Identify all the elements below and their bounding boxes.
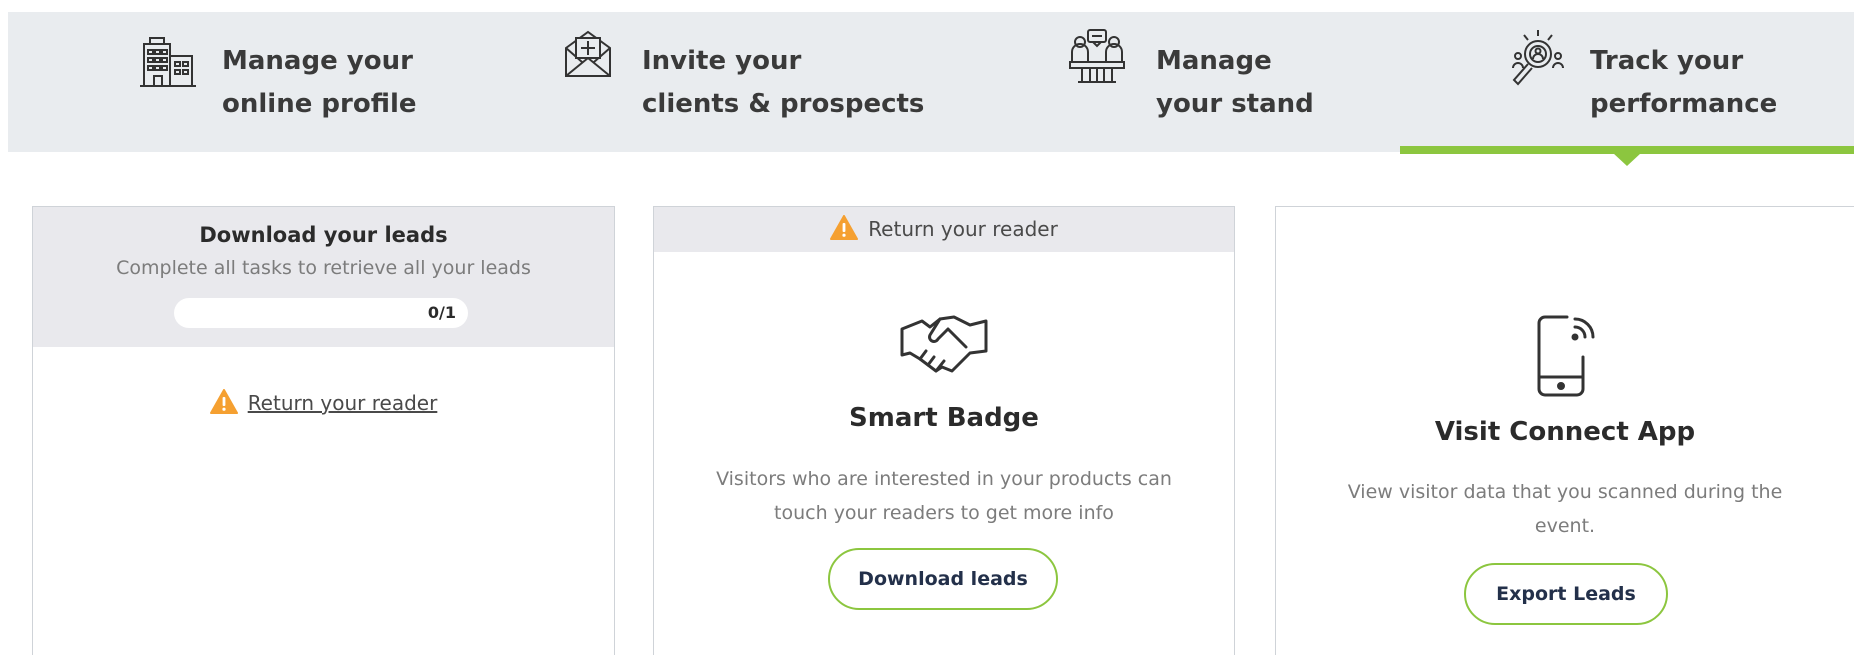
smart-badge-title: Smart Badge — [849, 403, 1039, 433]
tab-label: Track your performance — [1590, 40, 1777, 126]
tab-bar: Manage your online profile Invite your c… — [8, 12, 1854, 152]
return-reader-row: Return your reader — [33, 389, 614, 415]
tab-invite-clients[interactable]: Invite your clients & prospects — [560, 12, 940, 152]
warning-icon — [209, 389, 238, 414]
active-tab-arrow — [1613, 153, 1641, 166]
export-leads-button[interactable]: Export Leads — [1464, 563, 1668, 625]
magnify-person-icon — [1506, 26, 1568, 88]
return-reader-banner-text: Return your reader — [868, 217, 1058, 241]
tab-label-line1: Track your — [1590, 46, 1744, 76]
connect-app-card: Visit Connect App View visitor data that… — [1275, 206, 1854, 655]
tab-label: Manage your stand — [1156, 40, 1314, 126]
tab-label-line2: your stand — [1156, 89, 1314, 119]
progress-text: 0/1 — [427, 303, 456, 322]
building-icon — [138, 32, 198, 92]
return-reader-banner: Return your reader — [654, 207, 1234, 252]
tab-track-performance[interactable]: Track your performance — [1506, 12, 1854, 152]
envelope-add-icon — [562, 28, 614, 80]
tab-label-line1: Manage — [1156, 46, 1272, 76]
phone-nfc-icon — [1531, 313, 1601, 399]
stand-people-icon — [1068, 28, 1126, 86]
leads-header: Download your leads Complete all tasks t… — [33, 207, 614, 347]
tab-label-line2: performance — [1590, 89, 1778, 119]
smart-badge-description: Visitors who are interested in your prod… — [716, 468, 1172, 524]
leads-progress-bar: 0/1 — [174, 298, 468, 328]
tab-manage-stand[interactable]: Manage your stand — [1064, 12, 1364, 152]
leads-title: Download your leads — [199, 223, 448, 247]
tab-label-line2: online profile — [222, 89, 417, 119]
tab-label: Invite your clients & prospects — [642, 40, 924, 126]
leads-subtitle: Complete all tasks to retrieve all your … — [116, 257, 531, 279]
connect-app-description: View visitor data that you scanned durin… — [1347, 481, 1783, 537]
tab-label-line1: Invite your — [642, 46, 802, 76]
smart-badge-card: Return your reader Smart Badge Visitors … — [653, 206, 1235, 655]
handshake-icon — [900, 307, 990, 377]
download-leads-button[interactable]: Download leads — [828, 548, 1058, 610]
tab-label-line1: Manage your — [222, 46, 413, 76]
download-leads-card: Download your leads Complete all tasks t… — [32, 206, 615, 655]
tab-label: Manage your online profile — [222, 40, 417, 126]
return-reader-link[interactable]: Return your reader — [248, 391, 438, 415]
tab-manage-online-profile[interactable]: Manage your online profile — [128, 12, 468, 152]
connect-app-title: Visit Connect App — [1434, 417, 1696, 447]
warning-icon — [830, 211, 859, 240]
tab-label-line2: clients & prospects — [642, 89, 925, 119]
